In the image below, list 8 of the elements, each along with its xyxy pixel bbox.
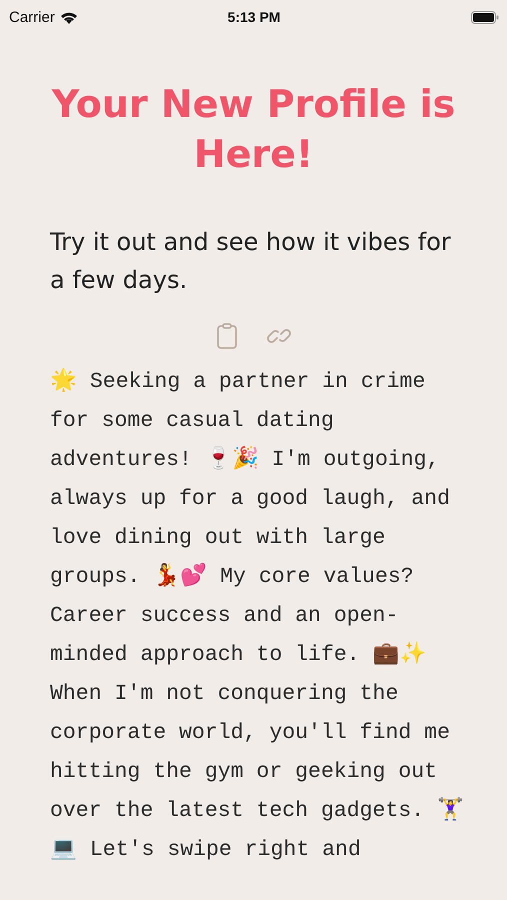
clipboard-icon[interactable] <box>216 323 238 349</box>
battery-icon <box>470 10 499 24</box>
wifi-icon <box>60 10 78 24</box>
bio-text: 🌟 Seeking a partner in crime for some casual dating adventures! 🍷🎉 I'm outgoing, always up for a good laugh, and love dining out with large groups. 💃💕 My core values? Career success and an open-minded approach to life. 💼✨ When I'm not conquering the corporate world, you'll find me hitting the gym or geeking out over the latest tech gadgets. 🏋‍♀💻 Let's swipe right and <box>50 367 466 864</box>
status-time: 5:13 PM <box>228 9 280 25</box>
page-title: Your New Profile is Here! <box>50 81 456 178</box>
subtitle-text: Try it out and see how it vibes for a few days. <box>50 227 452 296</box>
carrier-name: Carrier <box>9 8 55 26</box>
